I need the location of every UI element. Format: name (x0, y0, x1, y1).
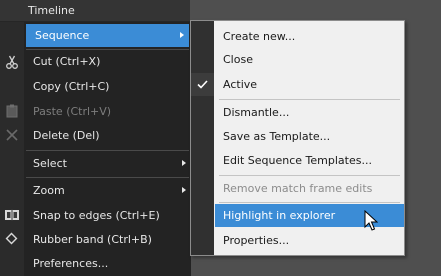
scissors-icon (3, 53, 21, 71)
menu-item-sequence[interactable]: Sequence (26, 24, 189, 47)
menu-item-label: Rubber band (Ctrl+B) (33, 233, 152, 246)
timeline-title: Timeline (28, 4, 75, 17)
submenu-item-close[interactable]: Close (215, 48, 404, 71)
menu-item-label: Sequence (35, 29, 90, 42)
menu-item-label: Delete (Del) (33, 129, 100, 142)
menu-item-snap-to-edges[interactable]: Snap to edges (Ctrl+E) (24, 204, 191, 227)
submenu-separator (219, 175, 400, 176)
checkmark-icon (191, 73, 214, 96)
menu-item-delete[interactable]: Delete (Del) (24, 124, 191, 147)
submenu-separator (219, 99, 400, 100)
timeline-header: Timeline (0, 0, 190, 22)
menu-item-preferences[interactable]: Preferences... (24, 252, 191, 275)
submenu-item-label: Create new... (223, 30, 296, 43)
submenu-item-remove-match-frame-edits[interactable]: Remove match frame edits (215, 177, 404, 200)
menu-item-label: Select (33, 157, 67, 170)
menu-separator (26, 150, 189, 151)
submenu-item-save-as-template[interactable]: Save as Template... (215, 125, 404, 148)
submenu-item-label: Dismantle... (223, 106, 290, 119)
submenu-separator (219, 202, 400, 203)
submenu-item-edit-sequence-templates[interactable]: Edit Sequence Templates... (215, 149, 404, 172)
menu-item-select[interactable]: Select (24, 152, 191, 175)
menu-item-label: Copy (Ctrl+C) (33, 80, 110, 93)
submenu-item-label: Save as Template... (223, 130, 331, 143)
submenu-item-label: Close (223, 53, 253, 66)
menu-item-label: Preferences... (33, 257, 109, 270)
menu-item-label: Paste (Ctrl+V) (33, 105, 112, 118)
submenu-arrow-icon (182, 160, 186, 166)
menu-item-label: Snap to edges (Ctrl+E) (33, 209, 160, 222)
submenu-item-label: Active (223, 78, 258, 91)
submenu-item-label: Remove match frame edits (223, 182, 373, 195)
menu-separator (26, 177, 189, 178)
menu-item-label: Zoom (33, 184, 65, 197)
submenu-item-create-new[interactable]: Create new... (215, 25, 404, 48)
menu-item-copy[interactable]: Copy (Ctrl+C) (24, 75, 191, 98)
menu-item-label: Cut (Ctrl+X) (33, 55, 101, 68)
mouse-pointer-icon (364, 209, 379, 235)
menu-item-paste[interactable]: Paste (Ctrl+V) (24, 100, 191, 123)
submenu-arrow-icon (180, 32, 184, 38)
submenu-item-active[interactable]: Active (215, 73, 404, 96)
submenu-icon-gutter (191, 21, 214, 255)
submenu-item-label: Edit Sequence Templates... (223, 154, 372, 167)
submenu-item-dismantle[interactable]: Dismantle... (215, 101, 404, 124)
delete-x-icon (3, 126, 21, 144)
menu-item-rubber-band[interactable]: Rubber band (Ctrl+B) (24, 228, 191, 251)
timeline-context-menu: Sequence Cut (Ctrl+X) Copy (Ctrl+C) Past… (0, 22, 191, 276)
paste-icon (3, 102, 21, 120)
submenu-item-label: Highlight in explorer (223, 209, 336, 222)
rubber-band-icon (3, 230, 21, 248)
submenu-item-label: Properties... (223, 234, 290, 247)
menu-item-cut[interactable]: Cut (Ctrl+X) (24, 50, 191, 73)
submenu-arrow-icon (182, 187, 186, 193)
menu-item-zoom[interactable]: Zoom (24, 179, 191, 202)
snap-edges-icon (3, 206, 21, 224)
